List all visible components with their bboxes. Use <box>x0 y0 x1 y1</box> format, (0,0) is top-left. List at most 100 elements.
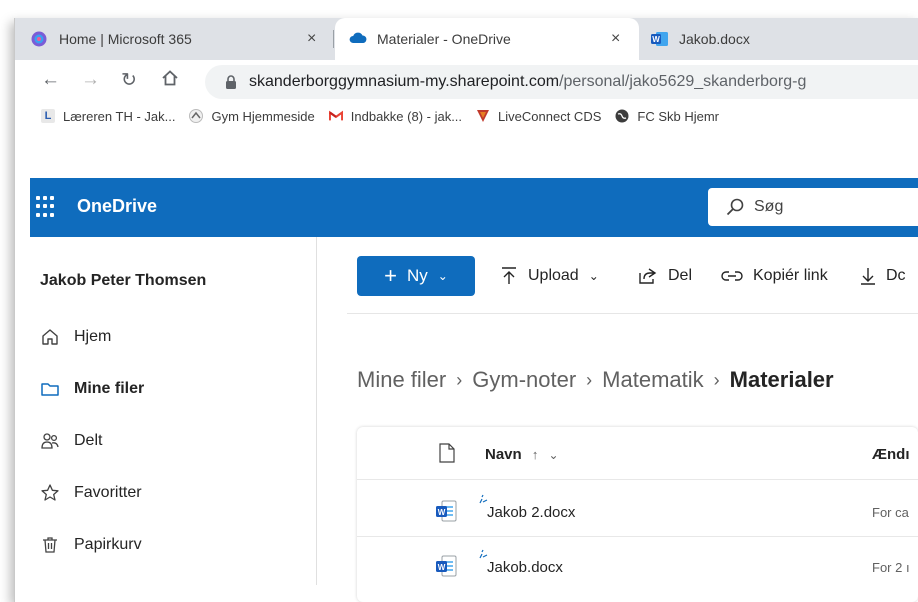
reload-icon[interactable]: ↻ <box>121 69 137 92</box>
chevron-right-icon: › <box>586 369 593 390</box>
forward-icon[interactable]: → <box>81 69 100 91</box>
gym-logo-icon <box>189 109 204 123</box>
app-launcher-icon[interactable] <box>36 196 58 218</box>
column-header-label: Navn <box>485 446 522 463</box>
bookmarks-bar: L Læreren TH - Jak... Gym Hjemmeside Ind… <box>15 102 918 130</box>
file-name[interactable]: Jakob 2.docx <box>487 504 575 521</box>
bookmark-item[interactable]: Gym Hjemmeside <box>189 108 315 124</box>
column-header-modified[interactable]: Ændı <box>872 446 910 463</box>
new-file-sparkle-icon <box>479 549 488 559</box>
upload-button[interactable]: Upload ⌄ <box>500 256 599 296</box>
microsoft-365-icon <box>31 31 47 47</box>
tab-strip: Home | Microsoft 365 × Materialer - OneD… <box>15 18 918 60</box>
home-icon <box>42 329 58 345</box>
tab-microsoft-365[interactable]: Home | Microsoft 365 × <box>31 18 331 60</box>
download-label: Dc <box>886 267 906 284</box>
sidebar-item-papirkurv[interactable]: Papirkurv <box>40 535 142 555</box>
plus-icon: + <box>384 263 397 288</box>
tab-title: Home | Microsoft 365 <box>59 31 192 47</box>
file-modified: For ca <box>872 505 909 520</box>
url-host: skanderborggymnasium-my.sharepoint.com <box>249 73 560 90</box>
bookmark-label: Gym Hjemmeside <box>211 108 315 124</box>
back-icon[interactable]: ← <box>41 69 60 91</box>
bookmark-item[interactable]: LiveConnect CDS <box>476 109 601 124</box>
chevron-right-icon: › <box>713 369 720 390</box>
home-icon[interactable] <box>161 69 179 93</box>
svg-text:W: W <box>652 35 660 44</box>
copy-link-button[interactable]: Kopiér link <box>721 256 828 296</box>
trash-icon <box>43 537 57 553</box>
column-header-name[interactable]: Navn ↑ ⌄ <box>485 446 559 463</box>
sidebar-item-favoritter[interactable]: Favoritter <box>40 483 142 503</box>
sidebar-item-label: Papirkurv <box>74 536 142 553</box>
sidebar-item-label: Hjem <box>74 328 112 345</box>
search-box[interactable]: Søg <box>708 188 918 226</box>
new-label: Ny <box>407 266 428 285</box>
app-name[interactable]: OneDrive <box>77 196 157 217</box>
address-bar-row: ← → ↻ skanderborggymnasium-my.sharepoint… <box>15 60 918 102</box>
bookmark-label: Indbakke (8) - jak... <box>350 108 463 124</box>
tab-word-doc[interactable]: W Jakob.docx <box>651 18 911 60</box>
liveconnect-icon <box>476 109 490 123</box>
tab-separator <box>333 30 334 48</box>
divider <box>347 313 918 314</box>
bookmark-item[interactable]: FC Skb Hjemr <box>615 109 719 124</box>
file-type-icon <box>439 443 455 463</box>
bookmark-item[interactable]: L Læreren TH - Jak... <box>41 109 175 124</box>
table-row[interactable]: W Jakob 2.docx For ca <box>357 484 918 537</box>
left-nav: Jakob Peter Thomsen Hjem Mine filer Delt… <box>30 237 317 585</box>
download-button[interactable]: Dc <box>860 256 906 296</box>
sidebar-item-label: Delt <box>74 432 103 449</box>
sidebar-item-label: Favoritter <box>74 484 142 501</box>
bookmark-label: FC Skb Hjemr <box>637 108 719 124</box>
onedrive-cloud-icon <box>349 31 367 47</box>
gmail-icon <box>328 109 343 123</box>
star-icon <box>41 484 59 501</box>
share-label: Del <box>668 267 693 284</box>
file-list: Navn ↑ ⌄ Ændı W Jakob 2.docx For ca W Ja… <box>357 427 918 602</box>
onedrive-header: OneDrive Søg <box>30 178 918 237</box>
share-button[interactable]: Del <box>638 256 692 296</box>
lock-icon <box>225 75 237 89</box>
tab-title: Materialer - OneDrive <box>377 31 511 47</box>
breadcrumb-item[interactable]: Matematik <box>602 367 703 393</box>
search-placeholder: Søg <box>754 198 784 215</box>
chevron-right-icon: › <box>456 369 463 390</box>
copy-link-label: Kopiér link <box>753 267 828 284</box>
sidebar-item-mine-filer[interactable]: Mine filer <box>40 379 144 399</box>
sidebar-item-label: Mine filer <box>74 380 145 397</box>
share-icon <box>639 268 657 284</box>
upload-icon <box>502 267 516 284</box>
word-icon: W <box>651 31 668 47</box>
bookmark-label: LiveConnect CDS <box>498 108 602 124</box>
url-bar[interactable]: skanderborggymnasium-my.sharepoint.com/p… <box>205 65 918 99</box>
sidebar-item-delt[interactable]: Delt <box>40 431 102 451</box>
word-file-icon: W <box>436 500 457 522</box>
user-name: Jakob Peter Thomsen <box>40 272 207 289</box>
tab-title: Jakob.docx <box>679 31 750 47</box>
l-icon: L <box>41 109 55 123</box>
folder-icon <box>41 383 59 396</box>
search-icon <box>726 198 744 216</box>
new-file-sparkle-icon <box>479 494 488 504</box>
breadcrumb-item[interactable]: Mine filer <box>357 367 446 393</box>
upload-label: Upload <box>528 267 579 284</box>
breadcrumb-current: Materialer <box>729 367 834 392</box>
chevron-down-icon: ⌄ <box>548 448 559 462</box>
chevron-down-icon: ⌄ <box>437 269 448 283</box>
download-icon <box>861 268 875 285</box>
sidebar-item-hjem[interactable]: Hjem <box>40 327 111 347</box>
link-icon <box>721 271 743 281</box>
bookmark-label: Læreren TH - Jak... <box>63 108 176 124</box>
svg-text:W: W <box>438 508 446 517</box>
breadcrumb-item[interactable]: Gym-noter <box>472 367 576 393</box>
bookmark-item[interactable]: Indbakke (8) - jak... <box>328 108 463 124</box>
close-tab-icon[interactable]: × <box>307 30 316 48</box>
tab-onedrive[interactable]: Materialer - OneDrive × <box>335 18 639 60</box>
close-tab-icon[interactable]: × <box>611 30 620 48</box>
file-name[interactable]: Jakob.docx <box>487 559 563 576</box>
word-file-icon: W <box>436 555 457 577</box>
table-row[interactable]: W Jakob.docx For 2 ı <box>357 537 918 589</box>
globe-icon <box>615 109 629 123</box>
new-button[interactable]: + Ny ⌄ <box>357 256 475 296</box>
